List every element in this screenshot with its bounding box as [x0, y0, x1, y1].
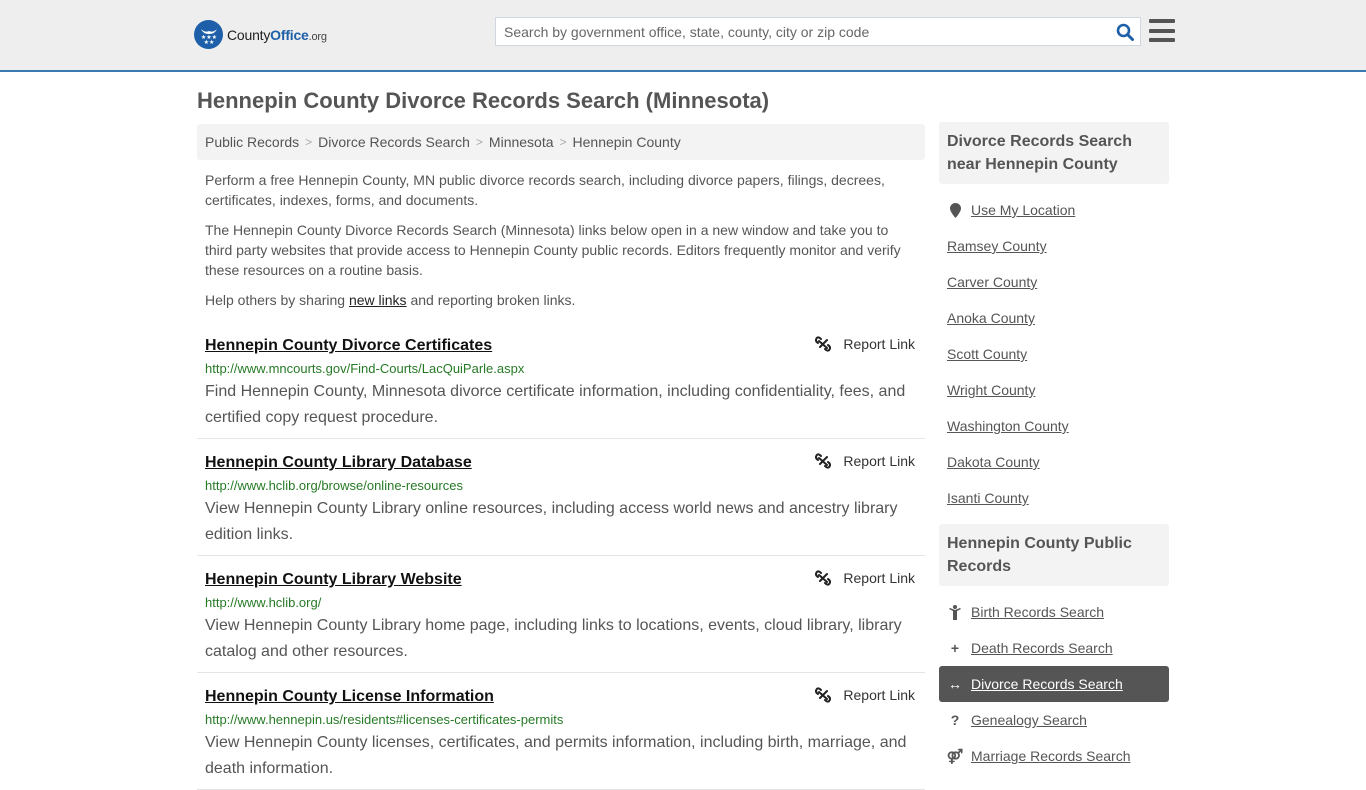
- nearby-county-link[interactable]: Carver County: [947, 274, 1037, 290]
- public-records-list: Birth Records Search + Death Records Sea…: [939, 586, 1169, 780]
- result-description: View Hennepin County licenses, certifica…: [205, 734, 907, 777]
- report-link-button[interactable]: Report Link: [815, 570, 915, 586]
- svg-text:★★: ★★: [203, 39, 214, 46]
- report-link-button[interactable]: Report Link: [815, 336, 915, 352]
- result-title-link[interactable]: Hennepin County Library Database: [205, 453, 472, 473]
- nearby-county-item[interactable]: Washington County: [939, 408, 1169, 444]
- result-item: Hennepin County License Information http…: [197, 673, 925, 790]
- sidebar-item-birth-records[interactable]: Birth Records Search: [939, 594, 1169, 630]
- broken-link-icon: [815, 336, 832, 352]
- nearby-county-link[interactable]: Dakota County: [947, 454, 1040, 470]
- hamburger-menu-icon[interactable]: [1149, 19, 1175, 42]
- eagle-stars-icon: ★★★ ★★: [194, 20, 223, 49]
- result-title-link[interactable]: Hennepin County Library Website: [205, 570, 462, 590]
- nearby-heading: Divorce Records Search near Hennepin Cou…: [939, 122, 1169, 184]
- search-icon: [1116, 23, 1134, 41]
- plus-icon: +: [950, 640, 960, 656]
- nearby-list: Use My Location Ramsey County Carver Cou…: [939, 184, 1169, 522]
- report-link-button[interactable]: Report Link: [815, 453, 915, 469]
- result-description: Find Hennepin County, Minnesota divorce …: [205, 383, 906, 426]
- result-item: Hennepin County Library Database http://…: [197, 439, 925, 556]
- nearby-county-item[interactable]: Carver County: [939, 264, 1169, 300]
- nearby-county-item[interactable]: Isanti County: [939, 480, 1169, 516]
- intro-paragraph-1: Perform a free Hennepin County, MN publi…: [205, 172, 885, 208]
- result-description: View Hennepin County Library home page, …: [205, 617, 902, 660]
- search-box: [495, 17, 1141, 46]
- new-links-link[interactable]: new links: [349, 292, 407, 308]
- breadcrumb-hennepin-county[interactable]: Hennepin County: [573, 134, 681, 150]
- result-url: http://www.hennepin.us/residents#license…: [205, 712, 564, 727]
- search-input[interactable]: [496, 18, 1110, 45]
- sidebar-item-genealogy[interactable]: ? Genealogy Search: [939, 702, 1169, 738]
- broken-link-icon: [815, 687, 832, 703]
- result-url: http://www.hclib.org/browse/online-resou…: [205, 478, 463, 493]
- breadcrumb-separator: >: [305, 135, 313, 149]
- site-logo[interactable]: ★★★ ★★ CountyOffice.org: [194, 20, 327, 49]
- intro-text: Perform a free Hennepin County, MN publi…: [197, 170, 925, 310]
- child-icon: [947, 604, 963, 620]
- result-title-link[interactable]: Hennepin County Divorce Certificates: [205, 336, 492, 356]
- breadcrumb-separator: >: [559, 135, 567, 149]
- public-records-heading: Hennepin County Public Records: [939, 524, 1169, 586]
- intro-paragraph-2: The Hennepin County Divorce Records Sear…: [205, 222, 901, 278]
- search-button[interactable]: [1110, 18, 1140, 45]
- breadcrumb-divorce-records-search[interactable]: Divorce Records Search: [318, 134, 470, 150]
- nearby-county-item[interactable]: Dakota County: [939, 444, 1169, 480]
- breadcrumb-separator: >: [475, 135, 483, 149]
- result-item: Hennepin County Library Website http://w…: [197, 556, 925, 673]
- sidebar-item-divorce-records[interactable]: ↔ Divorce Records Search: [939, 666, 1169, 702]
- nearby-county-item[interactable]: Ramsey County: [939, 228, 1169, 264]
- broken-link-icon: [815, 453, 832, 469]
- arrows-horizontal-icon: ↔: [948, 676, 962, 692]
- question-icon: ?: [950, 712, 960, 728]
- results-list: Hennepin County Divorce Certificates htt…: [197, 330, 925, 790]
- nearby-county-item[interactable]: Anoka County: [939, 300, 1169, 336]
- nearby-county-link[interactable]: Washington County: [947, 418, 1069, 434]
- result-title-link[interactable]: Hennepin County License Information: [205, 687, 494, 707]
- result-url: http://www.mncourts.gov/Find-Courts/LacQ…: [205, 361, 525, 376]
- use-my-location-item[interactable]: Use My Location: [939, 192, 1169, 228]
- nearby-county-link[interactable]: Wright County: [947, 382, 1035, 398]
- sidebar: Divorce Records Search near Hennepin Cou…: [939, 122, 1169, 780]
- nearby-county-link[interactable]: Isanti County: [947, 490, 1029, 506]
- venus-mars-icon: ⚤: [946, 747, 964, 764]
- logo-text: CountyOffice.org: [227, 26, 327, 43]
- sidebar-item-death-records[interactable]: + Death Records Search: [939, 630, 1169, 666]
- broken-link-icon: [815, 570, 832, 586]
- report-link-button[interactable]: Report Link: [815, 687, 915, 703]
- site-header: ★★★ ★★ CountyOffice.org: [0, 0, 1366, 72]
- intro-paragraph-3: Help others by sharing new links and rep…: [205, 292, 576, 308]
- map-marker-icon: [947, 202, 963, 218]
- main-content: Public Records > Divorce Records Search …: [197, 124, 925, 790]
- use-my-location-link[interactable]: Use My Location: [971, 202, 1075, 218]
- nearby-county-item[interactable]: Wright County: [939, 372, 1169, 408]
- result-item: Hennepin County Divorce Certificates htt…: [197, 330, 925, 439]
- breadcrumb-minnesota[interactable]: Minnesota: [489, 134, 554, 150]
- page-title: Hennepin County Divorce Records Search (…: [197, 88, 770, 113]
- nearby-county-link[interactable]: Scott County: [947, 346, 1027, 362]
- nearby-county-item[interactable]: Scott County: [939, 336, 1169, 372]
- result-url: http://www.hclib.org/: [205, 595, 322, 610]
- breadcrumb: Public Records > Divorce Records Search …: [197, 124, 925, 160]
- breadcrumb-public-records[interactable]: Public Records: [205, 134, 299, 150]
- sidebar-item-marriage-records[interactable]: ⚤ Marriage Records Search: [939, 738, 1169, 774]
- result-description: View Hennepin County Library online reso…: [205, 500, 898, 543]
- nearby-county-link[interactable]: Ramsey County: [947, 238, 1047, 254]
- nearby-county-link[interactable]: Anoka County: [947, 310, 1035, 326]
